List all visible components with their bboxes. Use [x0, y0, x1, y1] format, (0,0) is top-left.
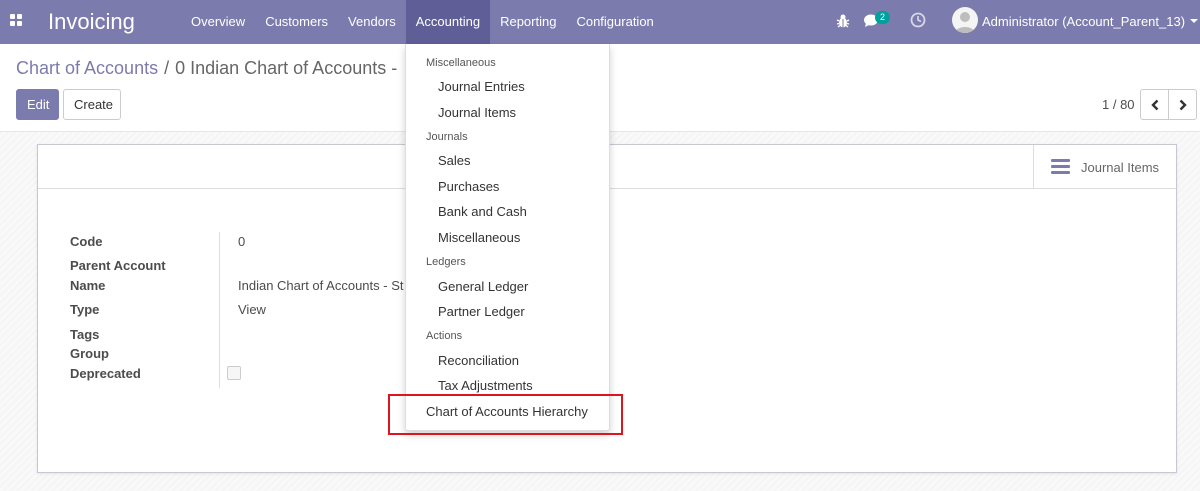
breadcrumb-separator: / [164, 58, 170, 78]
dropdown-item-bank-and-cash[interactable]: Bank and Cash [438, 204, 527, 219]
caret-down-icon[interactable] [1190, 19, 1198, 23]
dropdown-item-sales[interactable]: Sales [438, 153, 471, 168]
breadcrumb-parent[interactable]: Chart of Accounts [16, 58, 158, 78]
dropdown-item-reconciliation[interactable]: Reconciliation [438, 353, 519, 368]
breadcrumb: Chart of Accounts /0 Indian Chart of Acco… [16, 57, 397, 79]
main-menu: Overview Customers Vendors Accounting Re… [181, 0, 664, 44]
chevron-right-icon [1179, 99, 1187, 111]
field-value-name: Indian Chart of Accounts - St [238, 278, 404, 293]
dropdown-item-chart-of-accounts-hierarchy[interactable]: Chart of Accounts Hierarchy [426, 404, 588, 419]
chat-count-badge: 2 [875, 11, 890, 24]
field-label-type: Type [70, 302, 100, 317]
pager-value[interactable]: 1 / 80 [1102, 97, 1135, 112]
clock-icon[interactable] [910, 12, 926, 28]
top-navbar: Invoicing Overview Customers Vendors Acc… [0, 0, 1200, 44]
dropdown-item-purchases[interactable]: Purchases [438, 179, 499, 194]
field-label-deprecated: Deprecated [70, 366, 141, 381]
menu-configuration[interactable]: Configuration [566, 0, 663, 44]
dropdown-header-miscellaneous: Miscellaneous [426, 57, 496, 69]
bug-icon[interactable] [836, 13, 850, 29]
deprecated-checkbox[interactable] [227, 366, 241, 380]
create-button[interactable]: Create [63, 89, 121, 120]
field-value-type: View [238, 302, 266, 317]
menu-overview[interactable]: Overview [181, 0, 255, 44]
user-menu-name[interactable]: Administrator (Account_Parent_13) [982, 14, 1185, 29]
pager-next-button[interactable] [1168, 89, 1197, 120]
breadcrumb-current: 0 Indian Chart of Accounts - [175, 58, 398, 78]
dropdown-item-miscellaneous[interactable]: Miscellaneous [438, 230, 520, 245]
dropdown-header-actions: Actions [426, 330, 463, 342]
field-label-tags: Tags [70, 327, 100, 342]
dropdown-header-journals: Journals [426, 131, 468, 143]
dropdown-item-tax-adjustments[interactable]: Tax Adjustments [438, 378, 533, 393]
field-divider [219, 232, 220, 388]
menu-reporting[interactable]: Reporting [490, 0, 566, 44]
accounting-dropdown-menu: Miscellaneous Journal Entries Journal It… [405, 44, 610, 431]
dropdown-item-journal-entries[interactable]: Journal Entries [438, 79, 525, 94]
field-label-parent-account: Parent Account [70, 258, 166, 273]
field-label-code: Code [70, 234, 103, 249]
menu-accounting[interactable]: Accounting [405, 0, 491, 44]
user-avatar-icon[interactable] [952, 7, 978, 33]
dropdown-header-ledgers: Ledgers [426, 256, 466, 268]
field-value-code: 0 [238, 234, 246, 249]
list-icon [1051, 159, 1070, 175]
chevron-left-icon [1151, 99, 1159, 111]
journal-items-label: Journal Items [1081, 160, 1160, 175]
field-label-group: Group [70, 346, 109, 361]
app-brand[interactable]: Invoicing [48, 9, 135, 35]
field-label-name: Name [70, 278, 106, 293]
dropdown-item-journal-items[interactable]: Journal Items [438, 105, 516, 120]
menu-customers[interactable]: Customers [255, 0, 338, 44]
pager-previous-button[interactable] [1140, 89, 1169, 120]
apps-grid-icon[interactable] [10, 14, 24, 28]
menu-vendors[interactable]: Vendors [338, 0, 406, 44]
dropdown-item-partner-ledger[interactable]: Partner Ledger [438, 304, 525, 319]
edit-button[interactable]: Edit [16, 89, 59, 120]
journal-items-button[interactable]: Journal Items [1033, 145, 1176, 188]
dropdown-item-general-ledger[interactable]: General Ledger [438, 279, 528, 294]
